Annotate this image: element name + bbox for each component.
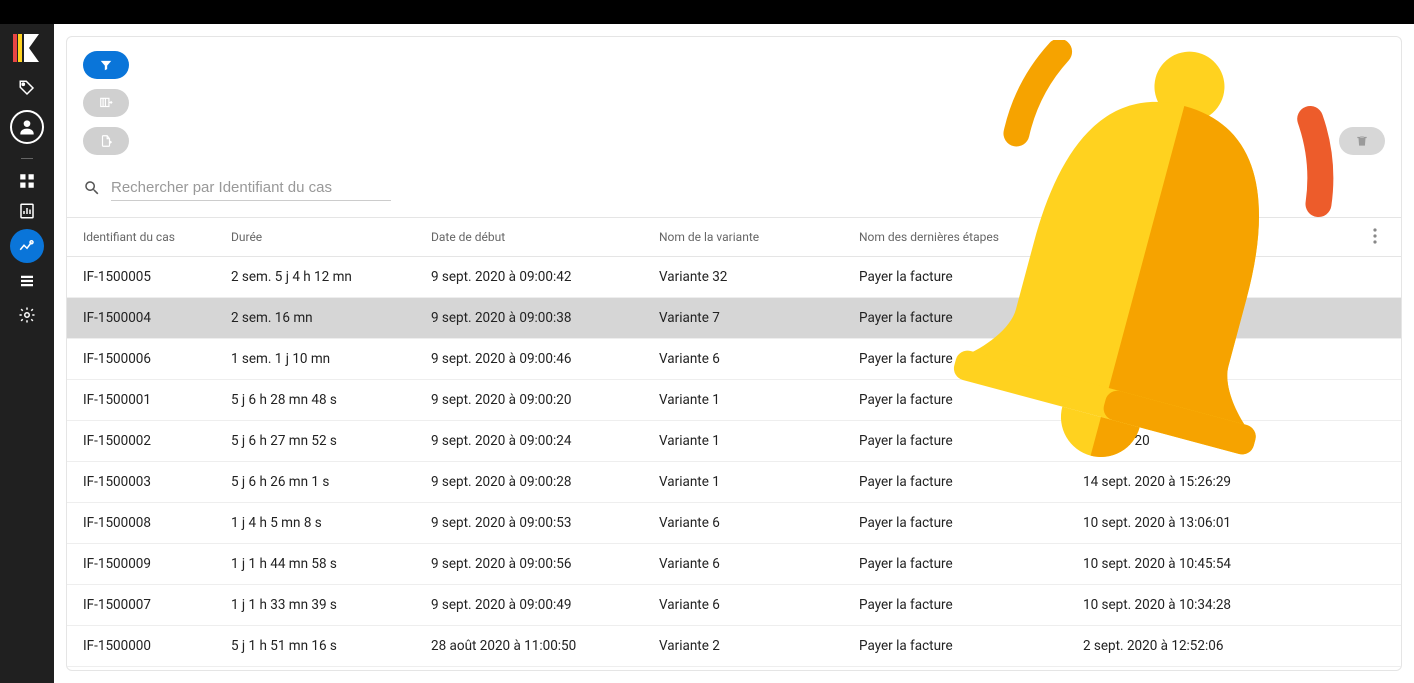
case-table: Identifiant du cas Durée Date de début N…: [67, 218, 1401, 670]
column-header-id[interactable]: Identifiant du cas: [83, 230, 231, 244]
cell-duration: 5 j 6 h 28 mn 48 s: [231, 392, 431, 408]
cell-id: IF-1500000: [83, 638, 231, 654]
column-header-last-step[interactable]: Nom des dernières étapes: [859, 230, 1083, 244]
cell-col5: 10 sept. 2020 à 10:34:28: [1083, 597, 1283, 613]
cell-variant: Variante 1: [659, 433, 859, 449]
cell-variant: Variante 6: [659, 597, 859, 613]
cell-last_step: Payer la facture: [859, 597, 1083, 613]
cell-variant: Variante 6: [659, 556, 859, 572]
dashboard-icon[interactable]: [15, 169, 39, 193]
cell-id: IF-1500009: [83, 556, 231, 572]
profile-icon[interactable]: [10, 110, 44, 144]
table-row[interactable]: IF-15000035 j 6 h 26 mn 1 s9 sept. 2020 …: [67, 462, 1401, 503]
cell-duration: 2 sem. 16 mn: [231, 310, 431, 326]
app-logo: [11, 32, 43, 64]
sidebar-divider: [21, 158, 33, 159]
search-row: [67, 169, 1401, 218]
cell-col5: 14 sept. 20: [1083, 433, 1283, 449]
table-header: Identifiant du cas Durée Date de début N…: [67, 218, 1401, 257]
cell-last_step: Payer la facture: [859, 433, 1083, 449]
cell-start: 9 sept. 2020 à 09:00:49: [431, 597, 659, 613]
report-icon[interactable]: [15, 199, 39, 223]
cell-variant: Variante 1: [659, 474, 859, 490]
cell-col5: 14 sept. 2020 à 15:26:29: [1083, 474, 1283, 490]
cell-duration: 1 j 1 h 33 mn 39 s: [231, 597, 431, 613]
cell-col5: [1083, 269, 1283, 285]
column-header-variant[interactable]: Nom de la variante: [659, 230, 859, 244]
table-row[interactable]: IF-15000071 j 1 h 33 mn 39 s9 sept. 2020…: [67, 585, 1401, 626]
cell-duration: 5 j 6 h 27 mn 52 s: [231, 433, 431, 449]
table-row[interactable]: IF-15000081 j 4 h 5 mn 8 s9 sept. 2020 à…: [67, 503, 1401, 544]
cell-last_step: Payer la facture: [859, 474, 1083, 490]
table-row[interactable]: IF-15000061 sem. 1 j 10 mn9 sept. 2020 à…: [67, 339, 1401, 380]
cell-id: IF-1500002: [83, 433, 231, 449]
cell-last_step: Payer la facture: [859, 310, 1083, 326]
table-row[interactable]: IF-15000042 sem. 16 mn9 sept. 2020 à 09:…: [67, 298, 1401, 339]
sidebar: [0, 24, 54, 683]
cell-duration: 1 j 1 h 44 mn 58 s: [231, 556, 431, 572]
table-row[interactable]: IF-15000025 j 6 h 27 mn 52 s9 sept. 2020…: [67, 421, 1401, 462]
column-header-duration[interactable]: Durée: [231, 230, 431, 244]
search-input[interactable]: [111, 175, 391, 201]
cell-variant: Variante 2: [659, 638, 859, 654]
cell-duration: 5 j 1 h 51 mn 16 s: [231, 638, 431, 654]
table-row[interactable]: IF-15000005 j 1 h 51 mn 16 s28 août 2020…: [67, 626, 1401, 667]
cell-start: 9 sept. 2020 à 09:00:56: [431, 556, 659, 572]
column-header-extra[interactable]: [1083, 230, 1283, 244]
filter-button[interactable]: [83, 51, 129, 79]
cell-last_step: Payer la facture: [859, 392, 1083, 408]
cell-last_step: Payer la facture: [859, 351, 1083, 367]
cell-duration: 1 j 4 h 5 mn 8 s: [231, 515, 431, 531]
analytics-icon[interactable]: [10, 229, 44, 263]
cell-last_step: Payer la facture: [859, 269, 1083, 285]
cell-last_step: Payer la facture: [859, 556, 1083, 572]
cell-start: 9 sept. 2020 à 09:00:53: [431, 515, 659, 531]
window-topbar: [0, 0, 1414, 24]
table-row[interactable]: IF-15000015 j 6 h 28 mn 48 s9 sept. 2020…: [67, 380, 1401, 421]
cell-col5: [1083, 351, 1283, 367]
cell-start: 9 sept. 2020 à 09:00:28: [431, 474, 659, 490]
table-row[interactable]: IF-15000052 sem. 5 j 4 h 12 mn9 sept. 20…: [67, 257, 1401, 298]
cell-start: 28 août 2020 à 11:00:50: [431, 638, 659, 654]
cell-col5: 10 sept. 2020 à 10:45:54: [1083, 556, 1283, 572]
search-icon: [83, 179, 101, 197]
cell-variant: Variante 32: [659, 269, 859, 285]
cell-col5: 2 sept. 2020 à 12:52:06: [1083, 638, 1283, 654]
column-header-start[interactable]: Date de début: [431, 230, 659, 244]
cell-id: IF-1500007: [83, 597, 231, 613]
toolbar: [67, 37, 1401, 169]
cell-start: 9 sept. 2020 à 09:00:42: [431, 269, 659, 285]
list-icon[interactable]: [15, 269, 39, 293]
cell-id: IF-1500001: [83, 392, 231, 408]
export-file-button[interactable]: [83, 127, 129, 155]
cell-start: 9 sept. 2020 à 09:00:38: [431, 310, 659, 326]
cell-id: IF-1500006: [83, 351, 231, 367]
tag-icon[interactable]: [15, 76, 39, 100]
cell-id: IF-1500003: [83, 474, 231, 490]
cell-last_step: Payer la facture: [859, 638, 1083, 654]
settings-icon[interactable]: [15, 303, 39, 327]
cell-col5: [1083, 392, 1283, 408]
cell-id: IF-1500005: [83, 269, 231, 285]
cell-id: IF-1500004: [83, 310, 231, 326]
cell-col5: [1083, 310, 1283, 326]
cell-duration: 5 j 6 h 26 mn 1 s: [231, 474, 431, 490]
table-row[interactable]: IF-15000091 j 1 h 44 mn 58 s9 sept. 2020…: [67, 544, 1401, 585]
cell-variant: Variante 7: [659, 310, 859, 326]
cell-duration: 1 sem. 1 j 10 mn: [231, 351, 431, 367]
cell-last_step: Payer la facture: [859, 515, 1083, 531]
export-columns-button[interactable]: [83, 89, 129, 117]
cell-variant: Variante 6: [659, 515, 859, 531]
cell-variant: Variante 1: [659, 392, 859, 408]
cell-start: 9 sept. 2020 à 09:00:20: [431, 392, 659, 408]
cell-variant: Variante 6: [659, 351, 859, 367]
cell-duration: 2 sem. 5 j 4 h 12 mn: [231, 269, 431, 285]
cell-start: 9 sept. 2020 à 09:00:46: [431, 351, 659, 367]
delete-button[interactable]: [1339, 127, 1385, 155]
cell-id: IF-1500008: [83, 515, 231, 531]
main-panel: Identifiant du cas Durée Date de début N…: [66, 36, 1402, 671]
cell-col5: 10 sept. 2020 à 13:06:01: [1083, 515, 1283, 531]
column-options-icon[interactable]: [1373, 228, 1377, 247]
cell-start: 9 sept. 2020 à 09:00:24: [431, 433, 659, 449]
